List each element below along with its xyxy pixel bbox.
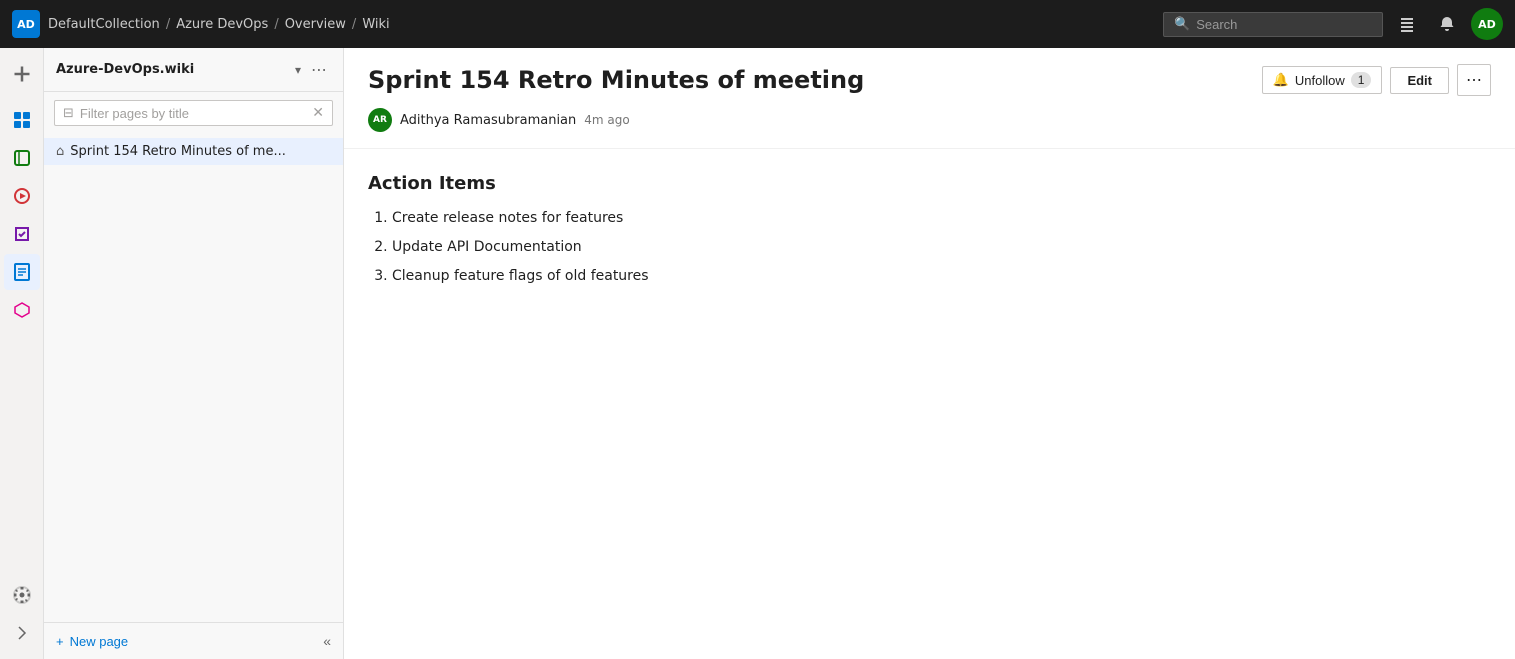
breadcrumb-sep-2: / [274,17,278,32]
search-input[interactable] [1196,17,1372,32]
unfollow-label: Unfollow [1295,73,1345,88]
breadcrumb-sep-3: / [352,17,356,32]
wiki-kebab-menu[interactable]: ⋯ [307,58,331,81]
content-body: Action Items Create release notes for fe… [344,149,1515,319]
unfollow-bell-icon: 🔔 [1273,72,1289,88]
action-item-3: Cleanup feature flags of old features [392,266,1491,287]
nav-item-4[interactable] [4,216,40,252]
notification-icon[interactable] [1431,8,1463,40]
sidebar-footer: + New page « [44,622,343,659]
breadcrumb-default-collection[interactable]: DefaultCollection [48,17,160,32]
filter-clear-icon[interactable]: ✕ [312,105,324,121]
action-item-1: Create release notes for features [392,208,1491,229]
breadcrumb-wiki[interactable]: Wiki [362,17,389,32]
search-box[interactable]: 🔍 [1163,12,1383,37]
edit-button[interactable]: Edit [1390,67,1449,94]
search-icon: 🔍 [1174,17,1190,32]
author-avatar: AR [368,108,392,132]
section-heading: Action Items [368,173,1491,194]
home-icon: ⌂ [56,144,64,159]
new-page-plus-icon: + [56,634,64,649]
content-meta: AR Adithya Ramasubramanian 4m ago [344,104,1515,149]
nav-collapse[interactable] [4,615,40,651]
nav-add[interactable] [4,56,40,92]
icon-nav-bottom [4,577,40,659]
action-items-list: Create release notes for features Update… [368,208,1491,287]
author-name: Adithya Ramasubramanian [400,113,576,128]
wiki-name-label: Azure-DevOps.wiki [56,62,289,77]
breadcrumb: DefaultCollection / Azure DevOps / Overv… [48,17,1155,32]
nav-item-3[interactable] [4,178,40,214]
content-area: Sprint 154 Retro Minutes of meeting 🔔 Un… [344,48,1515,659]
sidebar: Azure-DevOps.wiki ▾ ⋯ ⊟ ✕ ⌂ Sprint 154 R… [44,48,344,659]
tree-item-sprint[interactable]: ⌂ Sprint 154 Retro Minutes of me... [44,138,343,165]
breadcrumb-sep-1: / [166,17,170,32]
user-avatar[interactable]: AD [1471,8,1503,40]
more-actions-button[interactable]: ⋯ [1457,64,1491,96]
action-item-2: Update API Documentation [392,237,1491,258]
app-logo[interactable]: AD [12,10,40,38]
filter-input[interactable] [80,106,306,121]
topbar: AD DefaultCollection / Azure DevOps / Ov… [0,0,1515,48]
new-page-button[interactable]: + New page [56,634,128,649]
new-page-label: New page [70,634,129,649]
nav-boards[interactable] [4,102,40,138]
filter-icon: ⊟ [63,106,74,121]
unfollow-button[interactable]: 🔔 Unfollow 1 [1262,66,1383,94]
nav-item-2[interactable] [4,140,40,176]
list-view-icon[interactable] [1391,8,1423,40]
follow-count-badge: 1 [1351,72,1372,88]
sidebar-header: Azure-DevOps.wiki ▾ ⋯ [44,48,343,92]
collapse-sidebar-button[interactable]: « [323,633,331,649]
main-layout: Azure-DevOps.wiki ▾ ⋯ ⊟ ✕ ⌂ Sprint 154 R… [0,48,1515,659]
breadcrumb-overview[interactable]: Overview [285,17,346,32]
topbar-right: 🔍 AD [1163,8,1503,40]
icon-nav [0,48,44,659]
header-actions: 🔔 Unfollow 1 Edit ⋯ [1262,64,1491,96]
sidebar-filter: ⊟ ✕ [54,100,333,126]
page-title: Sprint 154 Retro Minutes of meeting [368,66,1250,94]
edit-time: 4m ago [584,113,629,127]
nav-item-6[interactable] [4,292,40,328]
wiki-name-chevron[interactable]: ▾ [295,63,301,77]
breadcrumb-azure-devops[interactable]: Azure DevOps [176,17,268,32]
content-header: Sprint 154 Retro Minutes of meeting 🔔 Un… [344,48,1515,104]
tree-item-label: Sprint 154 Retro Minutes of me... [70,144,286,159]
nav-wiki[interactable] [4,254,40,290]
nav-settings[interactable] [4,577,40,613]
sidebar-tree: ⌂ Sprint 154 Retro Minutes of me... [44,134,343,622]
